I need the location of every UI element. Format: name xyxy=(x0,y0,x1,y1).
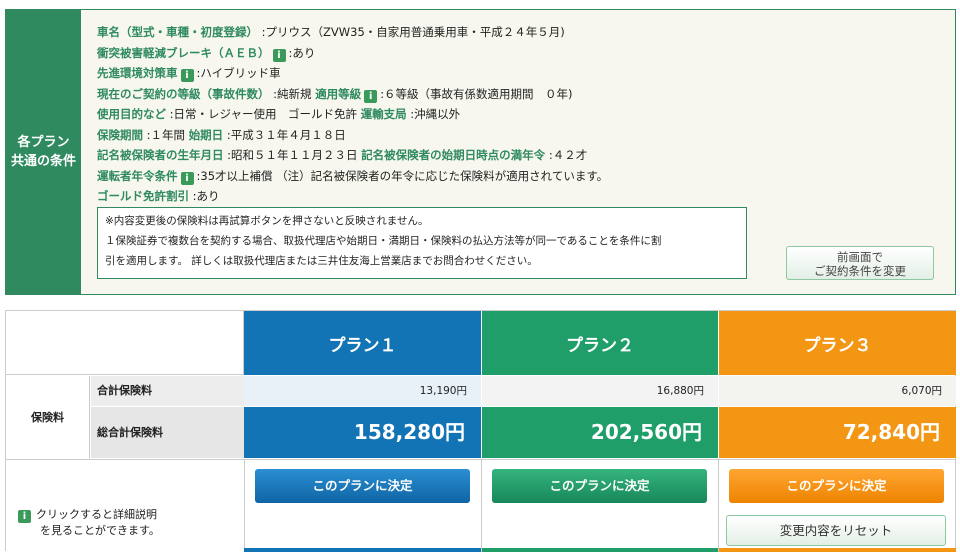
info-icon[interactable]: i xyxy=(272,48,286,62)
info-icon[interactable]: i xyxy=(180,171,194,185)
plan-1-header: プラン１ xyxy=(244,311,481,375)
total-label: 総合計保険料 xyxy=(91,407,244,458)
condition-row-birth: 記名被保険者の生年月日 :昭和５１年１１月２３日 記名被保険者の始期日時点の満年… xyxy=(97,145,837,166)
plan-2-bottom-strip xyxy=(482,548,718,552)
condition-row-usage: 使用目的など :日常・レジャー使用 ゴールド免許 運輸支局 :沖縄以外 xyxy=(97,104,837,125)
plan-2-total: 202,560円 xyxy=(482,407,718,458)
condition-row-eco: 先進環境対策車 i:ハイブリッド車 xyxy=(97,63,837,84)
plan-comparison-table: プラン１ プラン２ プラン３ 保険料 合計保険料 13,190円 16,880円… xyxy=(5,310,956,552)
side-title-line2: 共通の条件 xyxy=(10,154,76,169)
hint-line2: を見ることができます。 xyxy=(40,524,160,537)
condition-value: :ハイブリッド車 xyxy=(196,66,281,80)
plan-3-total: 72,840円 xyxy=(719,407,956,458)
plan-1-subtotal: 13,190円 xyxy=(244,376,481,406)
condition-value: :35才以上補償 （注）記名被保険者の年令に応じた保険料が適用されています。 xyxy=(196,168,609,183)
plan-3-subtotal: 6,070円 xyxy=(719,376,956,406)
plan-1-select-button[interactable]: このプランに決定 xyxy=(255,469,470,503)
condition-label: 保険期間 xyxy=(97,127,143,142)
reset-changes-button[interactable]: 変更内容をリセット xyxy=(726,515,946,546)
change-conditions-button[interactable]: 前画面で ご契約条件を変更 xyxy=(786,246,934,280)
plan-3-select-button[interactable]: このプランに決定 xyxy=(729,469,944,503)
condition-label: 車名（型式・車種・初度登録） xyxy=(97,25,258,39)
condition-label: 使用目的など xyxy=(97,107,166,121)
condition-label: 記名被保険者の始期日時点の満年令 xyxy=(361,148,546,162)
col-divider xyxy=(718,459,719,552)
col-divider xyxy=(481,459,482,552)
plan-1-bottom-strip xyxy=(244,548,481,552)
condition-row-grade: 現在のご契約の等級（事故件数） :純新規 適用等級 i:６等級（事故有係数適用期間… xyxy=(97,84,837,105)
subtotal-label: 合計保険料 xyxy=(91,376,244,406)
plan-2-select-button[interactable]: このプランに決定 xyxy=(492,469,707,503)
condition-label: 運転者年令条件 xyxy=(97,168,178,183)
info-icon: i xyxy=(18,510,31,523)
change-button-line2: ご契約条件を変更 xyxy=(814,264,906,278)
notice-line: 引を適用します。 詳しくは取扱代理店または三井住友海上営業店までお問合わせくださ… xyxy=(105,255,538,267)
condition-value: :昭和５１年１１月２３日 xyxy=(227,148,358,162)
change-button-line1: 前画面で xyxy=(837,250,883,264)
condition-value: :プリウス（ZVW35・自家用普通乗用車・平成２４年５月) xyxy=(261,25,565,39)
condition-label: 始期日 xyxy=(188,127,224,142)
side-title-line1: 各プラン xyxy=(17,135,70,150)
condition-row-driver-age: 運転者年令条件 i:35才以上補償 （注）記名被保険者の年令に応じた保険料が適用さ… xyxy=(97,166,837,187)
info-icon[interactable]: i xyxy=(364,89,378,103)
notice-box: ※内容変更後の保険料は再試算ボタンを押さないと反映されません。 １保険証券で複数… xyxy=(97,207,747,279)
notice-line: １保険証券で複数台を契約する場合、取扱代理店や始期日・満期日・保険料の払込方法等… xyxy=(105,235,662,247)
condition-value: :４２才 xyxy=(548,148,588,162)
condition-label: 衝突被害軽減ブレーキ（ＡＥＢ） xyxy=(97,45,270,60)
info-icon[interactable]: i xyxy=(180,69,194,82)
hint-line1: クリックすると詳細説明 xyxy=(36,508,157,521)
condition-value: :純新規 xyxy=(273,86,312,101)
col-divider xyxy=(244,459,245,552)
plan-3-header: プラン３ xyxy=(719,311,956,375)
conditions-list: 車名（型式・車種・初度登録） :プリウス（ZVW35・自家用普通乗用車・平成２４… xyxy=(97,22,837,207)
condition-value: :６等級（事故有係数適用期間 ０年) xyxy=(380,86,573,101)
condition-label: 記名被保険者の生年月日 xyxy=(97,148,224,162)
info-hint: i クリックすると詳細説明 を見ることができます。 xyxy=(18,507,160,539)
condition-value: :日常・レジャー使用 ゴールド免許 xyxy=(169,107,357,121)
condition-row-aeb: 衝突被害軽減ブレーキ（ＡＥＢ） i:あり xyxy=(97,43,837,64)
condition-label: ゴールド免許割引 xyxy=(97,189,189,203)
condition-row-vehicle: 車名（型式・車種・初度登録） :プリウス（ZVW35・自家用普通乗用車・平成２４… xyxy=(97,22,837,43)
table-corner-cell xyxy=(6,311,244,375)
condition-row-period: 保険期間 :１年間 始期日 :平成３１年４月１８日 xyxy=(97,125,837,146)
plan-2-header: プラン２ xyxy=(482,311,718,375)
notice-line: ※内容変更後の保険料は再試算ボタンを押さないと反映されません。 xyxy=(105,215,429,227)
condition-label: 運輸支局 xyxy=(360,107,407,121)
condition-value: :あり xyxy=(192,189,220,203)
condition-label: 現在のご契約の等級（事故件数） xyxy=(97,86,270,101)
condition-label: 先進環境対策車 xyxy=(97,66,178,80)
condition-value: :１年間 xyxy=(146,127,186,142)
condition-value: :あり xyxy=(288,45,316,60)
condition-value: :沖縄以外 xyxy=(410,107,461,121)
plan-3-bottom-strip xyxy=(719,548,956,552)
common-conditions-header: 各プラン 共通の条件 xyxy=(6,10,81,294)
condition-value: :平成３１年４月１８日 xyxy=(226,127,346,142)
premium-label: 保険料 xyxy=(6,376,90,458)
plan-1-total: 158,280円 xyxy=(244,407,481,458)
condition-label: 適用等級 xyxy=(315,86,362,101)
condition-row-gold: ゴールド免許割引 :あり xyxy=(97,186,837,207)
plan-2-subtotal: 16,880円 xyxy=(482,376,718,406)
common-conditions-panel: 各プラン共通の条件 車名（型式・車種・初度登録） :プリウス（ZVW35・自家用… xyxy=(5,9,956,295)
